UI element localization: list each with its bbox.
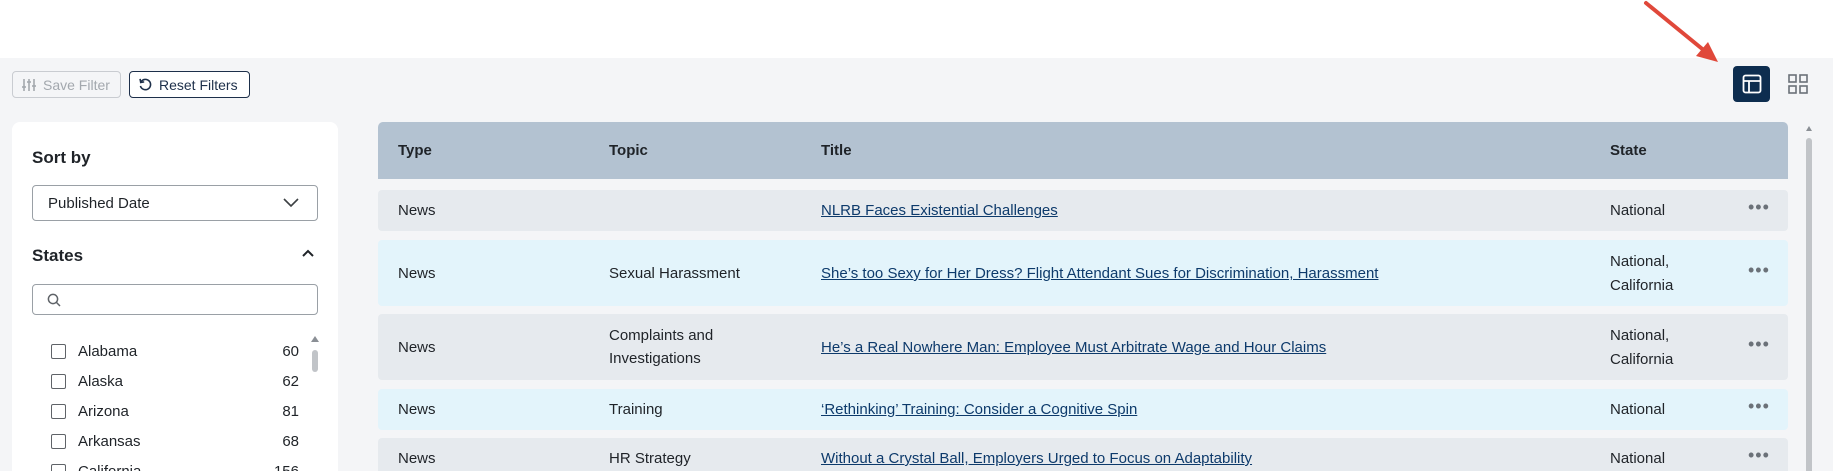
grid-view-button[interactable] — [1779, 66, 1816, 102]
table-view-button[interactable] — [1733, 66, 1770, 102]
state-name: Alabama — [78, 342, 138, 360]
cell-type: News — [398, 339, 436, 356]
grid-view-icon — [1787, 74, 1808, 94]
cell-topic: HR Strategy — [609, 450, 691, 467]
cell-state: National, — [1610, 253, 1670, 270]
sort-by-value: Published Date — [48, 194, 150, 212]
more-actions-icon[interactable]: ••• — [1748, 260, 1770, 281]
table-row[interactable]: News Complaints and Investigations He’s … — [378, 314, 1788, 380]
reset-icon — [139, 78, 152, 91]
save-filter-button[interactable]: Save Filter — [12, 71, 121, 98]
column-header-state[interactable]: State — [1610, 142, 1647, 159]
state-checkbox[interactable] — [51, 343, 66, 359]
article-title-link[interactable]: He’s a Real Nowhere Man: Employee Must A… — [821, 339, 1326, 356]
filter-sidebar: Sort by Published Date States Alabama 60… — [12, 122, 338, 471]
article-title-link[interactable]: ‘Rethinking’ Training: Consider a Cognit… — [821, 401, 1137, 418]
states-search-input[interactable] — [32, 284, 318, 315]
cell-type: News — [398, 202, 436, 219]
state-name: Arizona — [78, 402, 129, 420]
state-count: 156 — [273, 462, 299, 471]
state-count: 81 — [282, 402, 299, 420]
cell-state: National, — [1610, 327, 1670, 344]
state-option[interactable]: California 156 — [51, 460, 301, 471]
cell-type: News — [398, 450, 436, 467]
table-row[interactable]: News Training ‘Rethinking’ Training: Con… — [378, 389, 1788, 430]
save-filter-label: Save Filter — [43, 76, 110, 93]
state-option[interactable]: Alabama 60 — [51, 340, 301, 362]
state-name: Alaska — [78, 372, 124, 390]
table-header: Type Topic Title State — [378, 122, 1788, 179]
state-count: 62 — [282, 372, 299, 390]
chevron-up-icon[interactable] — [302, 249, 314, 257]
states-scrollbar-thumb[interactable] — [312, 350, 318, 372]
scroll-up-icon[interactable] — [311, 336, 319, 342]
more-actions-icon[interactable]: ••• — [1748, 334, 1770, 355]
annotation-arrow-icon — [1644, 1, 1718, 62]
state-count: 68 — [282, 432, 299, 450]
article-title-link[interactable]: NLRB Faces Existential Challenges — [821, 202, 1058, 219]
cell-type: News — [398, 401, 436, 418]
sort-by-label: Sort by — [32, 148, 91, 167]
state-name: Arkansas — [78, 432, 141, 450]
reset-filters-button[interactable]: Reset Filters — [129, 71, 250, 98]
cell-state: California — [1610, 277, 1674, 294]
states-scrollbar[interactable] — [309, 336, 321, 471]
table-row[interactable]: News NLRB Faces Existential Challenges N… — [378, 190, 1788, 231]
state-count: 60 — [282, 342, 299, 360]
table-scrollbar[interactable] — [1806, 126, 1812, 471]
state-checkbox[interactable] — [51, 463, 66, 471]
cell-state: National — [1610, 401, 1666, 418]
cell-state: National — [1610, 202, 1666, 219]
chevron-down-icon — [283, 198, 299, 208]
table-row[interactable]: News Sexual Harassment She’s too Sexy fo… — [378, 240, 1788, 306]
page-top — [0, 0, 1833, 58]
article-title-link[interactable]: Without a Crystal Ball, Employers Urged … — [821, 450, 1252, 467]
article-title-link[interactable]: She’s too Sexy for Her Dress? Flight Att… — [821, 265, 1378, 282]
table-scrollbar-thumb[interactable] — [1806, 138, 1812, 471]
state-option[interactable]: Alaska 62 — [51, 370, 301, 392]
more-actions-icon[interactable]: ••• — [1748, 197, 1770, 218]
table-row[interactable]: News HR Strategy Without a Crystal Ball,… — [378, 438, 1788, 471]
state-name: California — [78, 462, 142, 471]
cell-state: National — [1610, 450, 1666, 467]
cell-type: News — [398, 265, 436, 282]
state-checkbox[interactable] — [51, 403, 66, 419]
more-actions-icon[interactable]: ••• — [1748, 396, 1770, 417]
cell-state: California — [1610, 351, 1674, 368]
state-checkbox[interactable] — [51, 373, 66, 389]
search-icon — [47, 293, 61, 307]
cell-topic: Sexual Harassment — [609, 265, 740, 282]
cell-topic: Complaints and Investigations — [609, 327, 714, 367]
states-label: States — [32, 246, 84, 265]
sliders-icon — [22, 78, 36, 91]
state-option[interactable]: Arkansas 68 — [51, 430, 301, 452]
column-header-topic[interactable]: Topic — [609, 142, 648, 159]
more-actions-icon[interactable]: ••• — [1748, 445, 1770, 466]
state-option[interactable]: Arizona 81 — [51, 400, 301, 422]
table-view-icon — [1742, 74, 1761, 94]
sort-by-select[interactable]: Published Date — [32, 185, 318, 221]
cell-topic: Training — [609, 401, 663, 418]
column-header-title[interactable]: Title — [821, 142, 852, 159]
column-header-type[interactable]: Type — [398, 142, 432, 159]
scroll-up-icon[interactable] — [1806, 126, 1812, 131]
reset-filters-label: Reset Filters — [159, 76, 238, 93]
state-checkbox[interactable] — [51, 433, 66, 449]
